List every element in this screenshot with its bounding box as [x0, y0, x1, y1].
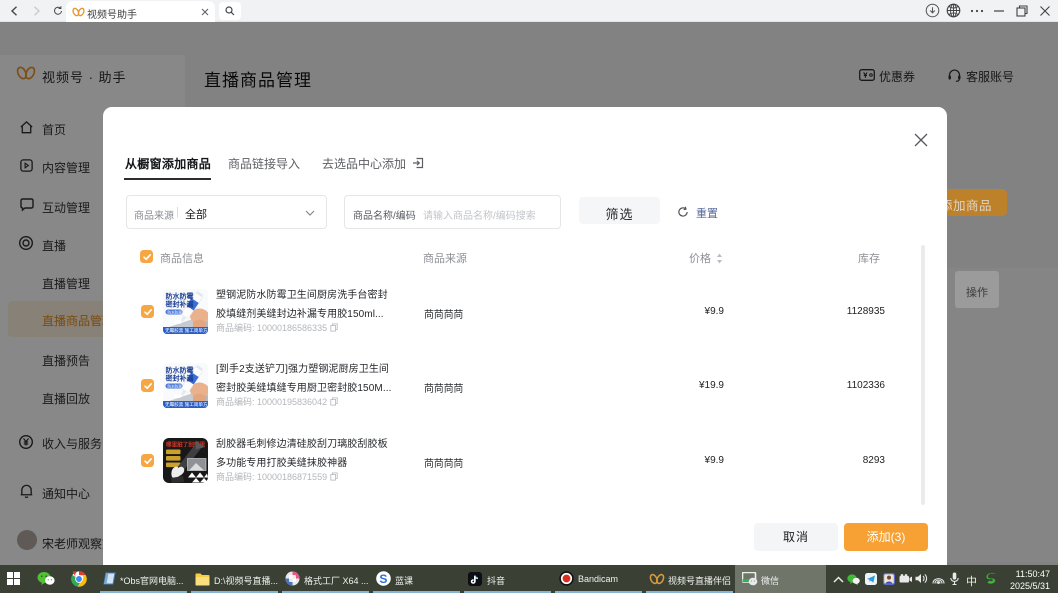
svg-text:防水防霉: 防水防霉	[166, 292, 194, 301]
svg-text:防水防潮: 防水防潮	[168, 384, 183, 389]
svg-text:密封补漏: 密封补漏	[166, 374, 194, 383]
svg-text:防水防潮: 防水防潮	[168, 310, 183, 315]
svg-text:无霉胶黑 施工简单方便: 无霉胶黑 施工简单方便	[165, 327, 208, 334]
svg-text:密封补漏: 密封补漏	[166, 300, 194, 309]
svg-text:S: S	[379, 572, 387, 586]
svg-text:防水防霉: 防水防霉	[166, 366, 194, 375]
svg-text:无霉胶黑 施工简单方便: 无霉胶黑 施工简单方便	[165, 401, 208, 408]
